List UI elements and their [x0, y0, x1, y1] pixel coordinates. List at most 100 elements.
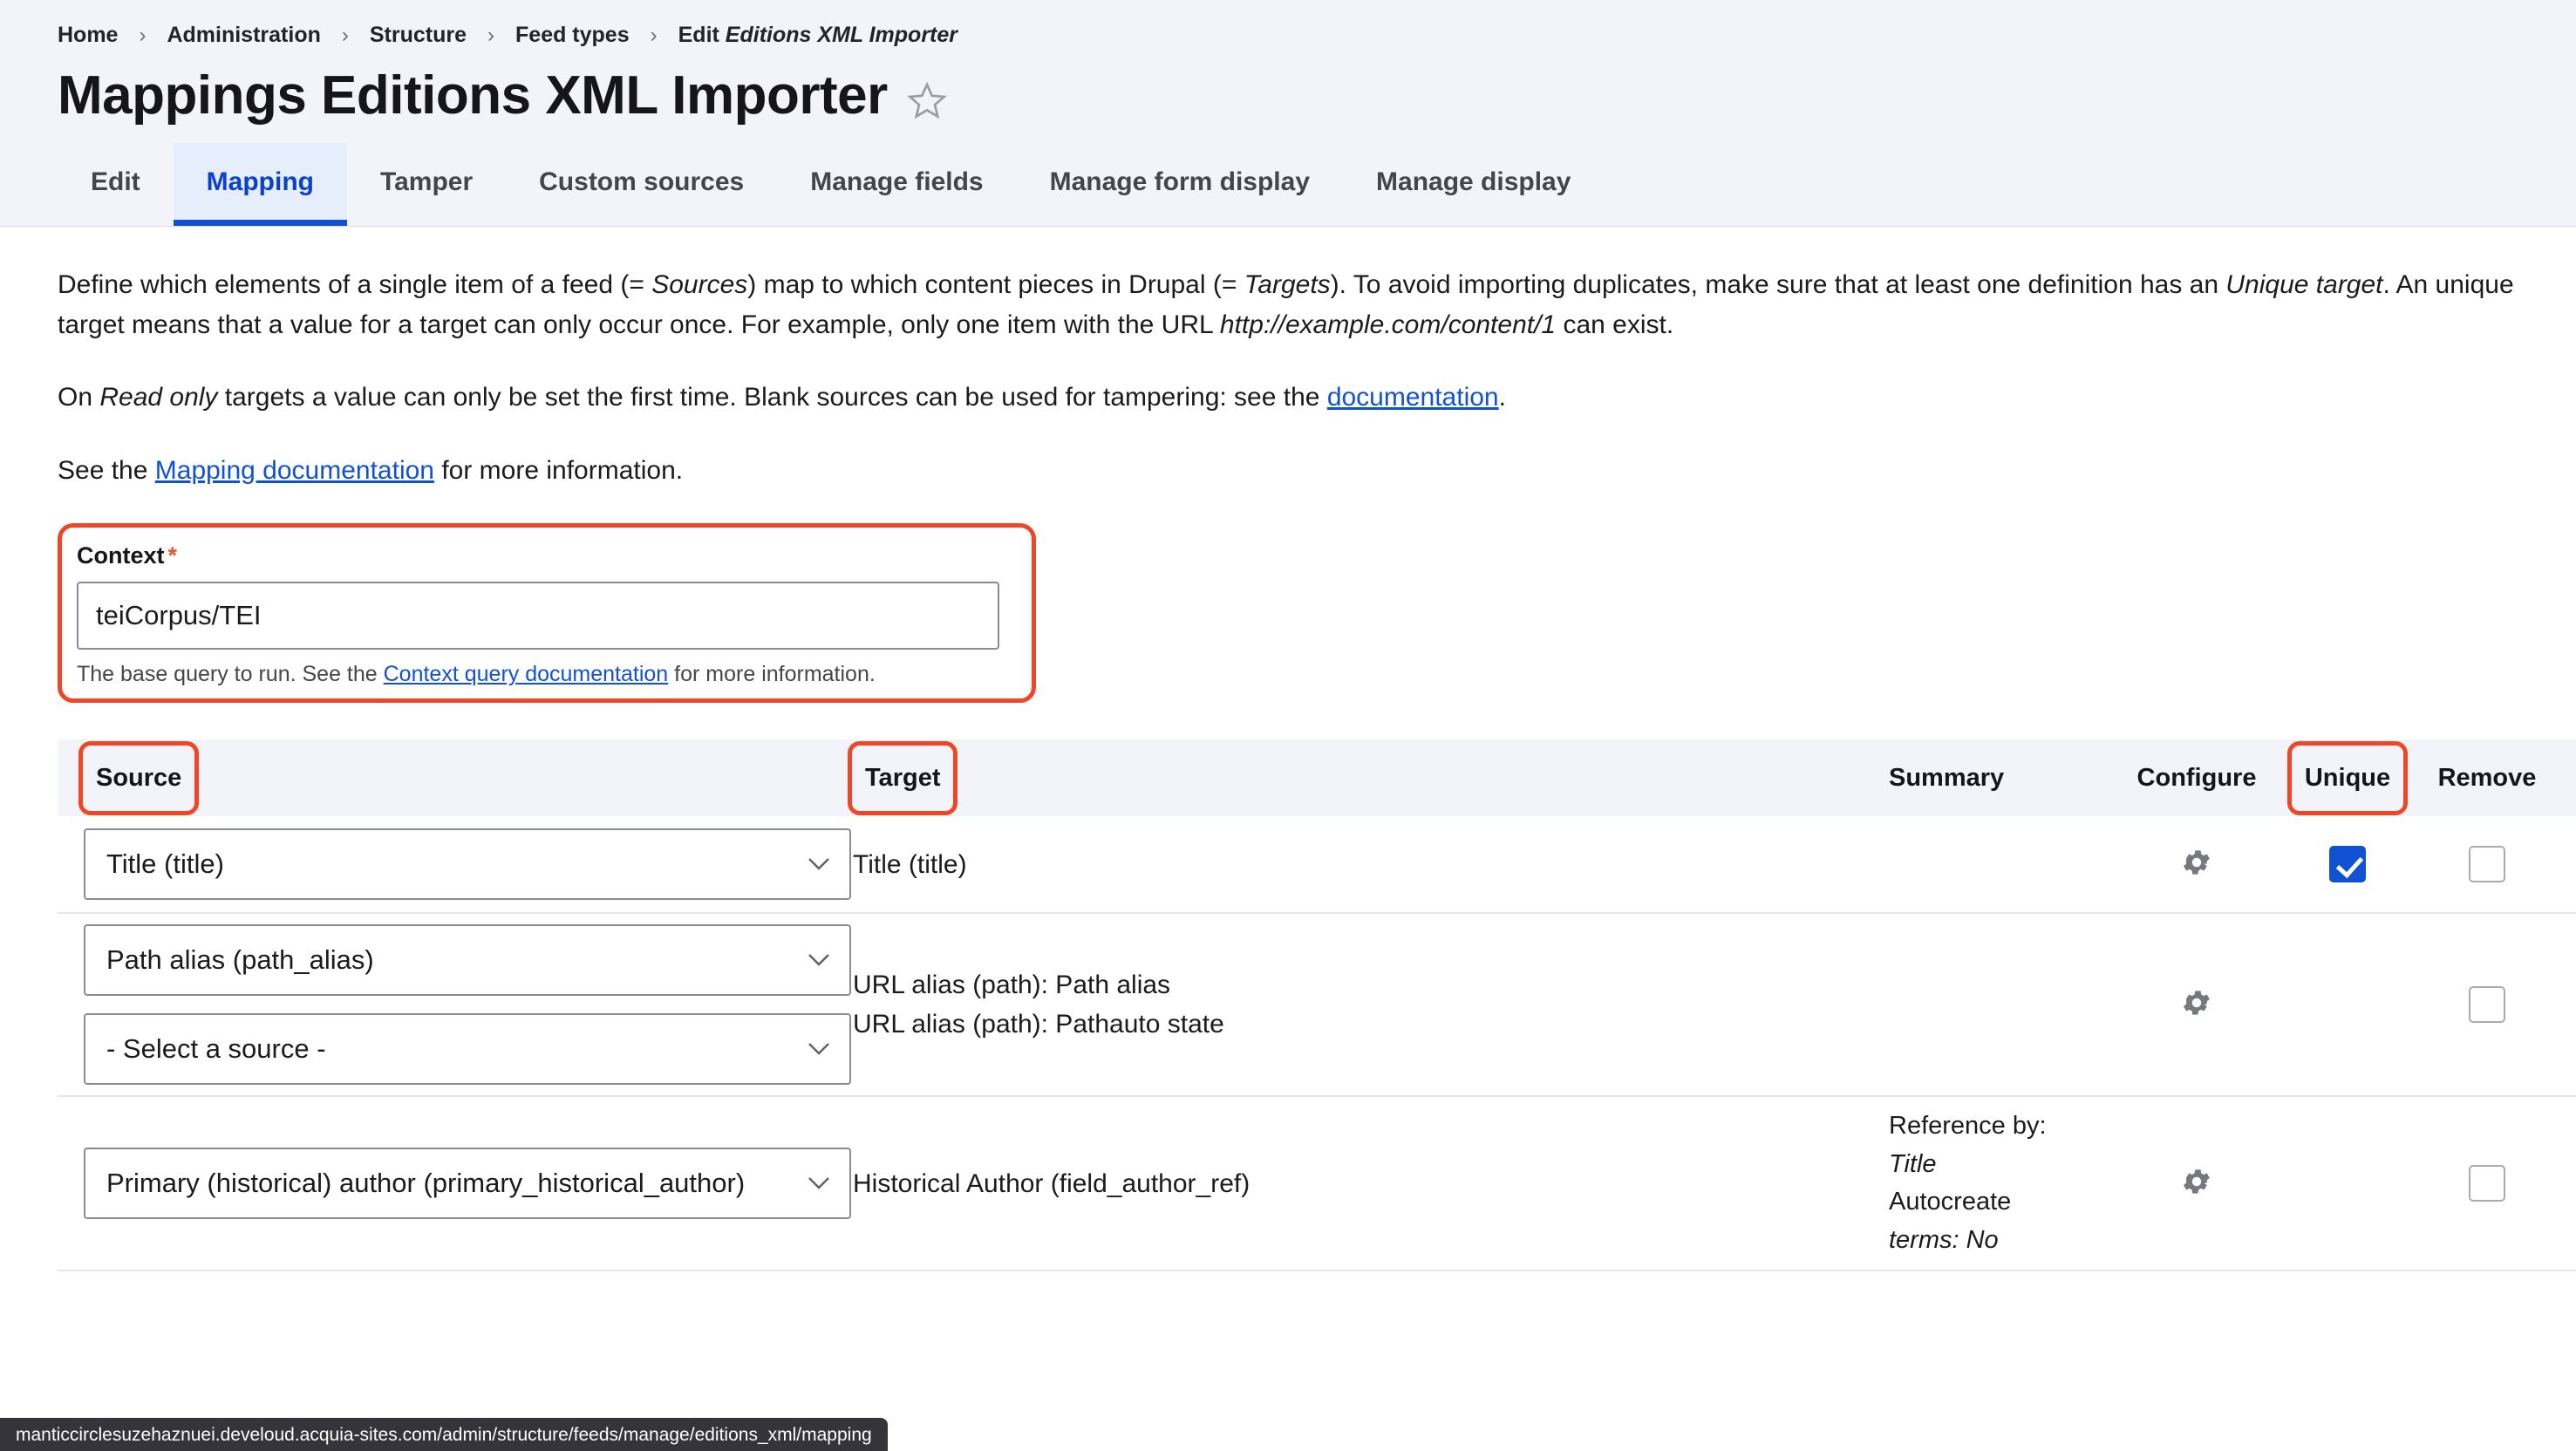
row2-source-select-2[interactable]: - Select a source -: [84, 1013, 851, 1086]
row1-unique-cell: [2278, 846, 2417, 883]
column-header-source-cell: Source: [58, 740, 853, 815]
desc2-part-b: targets a value can only be set the firs…: [217, 383, 1327, 412]
desc1-em-unique-target: Unique target: [2225, 270, 2383, 300]
row2-source-select-1[interactable]: Path alias (path_alias): [84, 924, 851, 997]
mapping-table-header: Source Target Summary Configure Unique R…: [58, 739, 2576, 817]
description-paragraph-1: Define which elements of a single item o…: [58, 265, 2518, 344]
desc1-em-targets: Targets: [1244, 270, 1331, 300]
row1-source-cell: Title (title): [58, 828, 853, 901]
column-header-summary: Summary: [1889, 763, 2005, 792]
gear-icon[interactable]: [2180, 1165, 2213, 1198]
desc3-part-b: for more information.: [433, 455, 684, 485]
documentation-link[interactable]: documentation: [1327, 383, 1499, 412]
table-row: Primary (historical) author (primary_his…: [58, 1097, 2576, 1272]
annotation-box-unique: [2286, 740, 2409, 815]
description-paragraph-2: On Read only targets a value can only be…: [58, 378, 2518, 418]
breadcrumb-item-feed-types[interactable]: Feed types: [515, 23, 630, 48]
column-header-configure: Configure: [2136, 763, 2257, 792]
context-desc-part-b: for more information.: [668, 662, 876, 687]
row1-target-cell: Title (title): [853, 845, 1889, 884]
mapping-table: Source Target Summary Configure Unique R…: [58, 739, 2576, 1272]
row2-source-select-2-value: - Select a source -: [106, 1033, 326, 1065]
desc1-part-b: ) map to which content pieces in Drupal …: [747, 270, 1244, 300]
row1-remove-checkbox[interactable]: [2469, 846, 2505, 883]
breadcrumb-item-home[interactable]: Home: [58, 23, 118, 48]
row3-summary-line-2: Title: [1889, 1149, 1937, 1178]
row3-source-select[interactable]: Primary (historical) author (primary_his…: [84, 1148, 851, 1220]
desc1-part-c: ). To avoid importing duplicates, make s…: [1330, 270, 2226, 300]
row3-summary-cell: Reference by: Title Autocreate terms: No: [1889, 1107, 2116, 1259]
annotation-box-source: [78, 740, 200, 815]
star-outline-icon[interactable]: [906, 72, 947, 120]
page-title: Mappings Editions XML Importer: [58, 65, 888, 126]
tab-tamper[interactable]: Tamper: [347, 143, 506, 226]
tab-manage-fields[interactable]: Manage fields: [777, 143, 1016, 226]
breadcrumb-separator: ›: [139, 23, 147, 47]
page-header: Home › Administration › Structure › Feed…: [0, 0, 2576, 228]
breadcrumb-current-prefix: Edit: [678, 23, 726, 47]
gear-icon[interactable]: [2180, 846, 2213, 879]
row2-target-cell: URL alias (path): Path alias URL alias (…: [853, 965, 1889, 1044]
row1-source-select[interactable]: Title (title): [84, 828, 851, 901]
required-marker: *: [167, 542, 178, 569]
context-label: Context *: [77, 542, 177, 569]
row3-target-line: Historical Author (field_author_ref): [853, 1168, 1251, 1198]
desc2-part-c: .: [1498, 383, 1506, 412]
desc1-part-e: can exist.: [1556, 310, 1674, 339]
breadcrumb-current-name: Editions XML Importer: [725, 23, 958, 47]
tab-mapping[interactable]: Mapping: [173, 143, 347, 227]
desc3-part-a: See the: [58, 455, 155, 485]
row3-summary-line-4: terms: No: [1889, 1225, 1999, 1254]
row3-configure-cell: [2116, 1165, 2278, 1202]
description-paragraph-3: See the Mapping documentation for more i…: [58, 451, 2518, 491]
breadcrumb-separator: ›: [487, 23, 495, 47]
context-desc-part-a: The base query to run. See the: [77, 662, 384, 687]
row1-source-select-value: Title (title): [106, 848, 224, 880]
title-row: Mappings Editions XML Importer: [0, 51, 2576, 133]
table-row: Path alias (path_alias) - Select a sourc…: [58, 914, 2576, 1098]
mapping-documentation-link[interactable]: Mapping documentation: [155, 456, 434, 485]
row2-target-line-1: URL alias (path): Path alias: [853, 971, 1171, 1000]
context-query-documentation-link[interactable]: Context query documentation: [384, 662, 669, 686]
column-header-unique-cell: Unique: [2278, 740, 2417, 815]
row1-remove-cell: [2417, 846, 2557, 883]
row1-unique-checkbox[interactable]: [2329, 846, 2366, 883]
breadcrumb-separator: ›: [650, 23, 658, 47]
column-header-target: Target: [848, 740, 958, 815]
row2-source-select-1-value: Path alias (path_alias): [106, 944, 374, 976]
gear-icon[interactable]: [2180, 986, 2213, 1019]
status-bar-url: manticcirclesuzehaznuei.develoud.acquia-…: [0, 1418, 888, 1451]
breadcrumb-item-administration[interactable]: Administration: [167, 23, 320, 48]
tab-bar: Edit Mapping Tamper Custom sources Manag…: [0, 143, 2576, 228]
row3-remove-cell: [2417, 1165, 2557, 1202]
tab-edit[interactable]: Edit: [58, 143, 174, 226]
column-header-unique: Unique: [2286, 740, 2409, 815]
column-header-source: Source: [78, 740, 200, 815]
tab-custom-sources[interactable]: Custom sources: [506, 143, 777, 226]
tab-manage-display[interactable]: Manage display: [1343, 143, 1604, 226]
row3-remove-checkbox[interactable]: [2469, 1165, 2505, 1202]
row2-target-line-2: URL alias (path): Pathauto state: [853, 1010, 1224, 1039]
row2-configure-cell: [2116, 986, 2278, 1024]
chevron-down-icon: [808, 1043, 829, 1056]
context-label-text: Context: [77, 542, 165, 569]
context-field-group: Context* The base query to run. See the …: [58, 523, 1036, 704]
row1-target-line: Title (title): [853, 849, 967, 879]
context-input[interactable]: [77, 582, 999, 651]
row2-source-cell: Path alias (path_alias) - Select a sourc…: [58, 924, 853, 1086]
chevron-down-icon: [808, 1177, 829, 1190]
context-description: The base query to run. See the Context q…: [77, 662, 1017, 687]
desc2-part-a: On: [58, 383, 100, 412]
breadcrumb: Home › Administration › Structure › Feed…: [0, 12, 2576, 51]
row2-remove-checkbox[interactable]: [2469, 986, 2505, 1024]
desc2-em-read-only: Read only: [99, 383, 218, 412]
row3-summary-line-3: Autocreate: [1889, 1188, 2012, 1216]
row3-summary-line-1: Reference by:: [1889, 1112, 2047, 1141]
row2-remove-cell: [2417, 986, 2557, 1024]
chevron-down-icon: [808, 858, 829, 871]
row1-configure-cell: [2116, 846, 2278, 883]
main-content: Define which elements of a single item o…: [0, 227, 2576, 1272]
breadcrumb-item-current: Edit Editions XML Importer: [678, 23, 957, 48]
tab-manage-form-display[interactable]: Manage form display: [1017, 143, 1343, 226]
breadcrumb-item-structure[interactable]: Structure: [370, 23, 467, 48]
